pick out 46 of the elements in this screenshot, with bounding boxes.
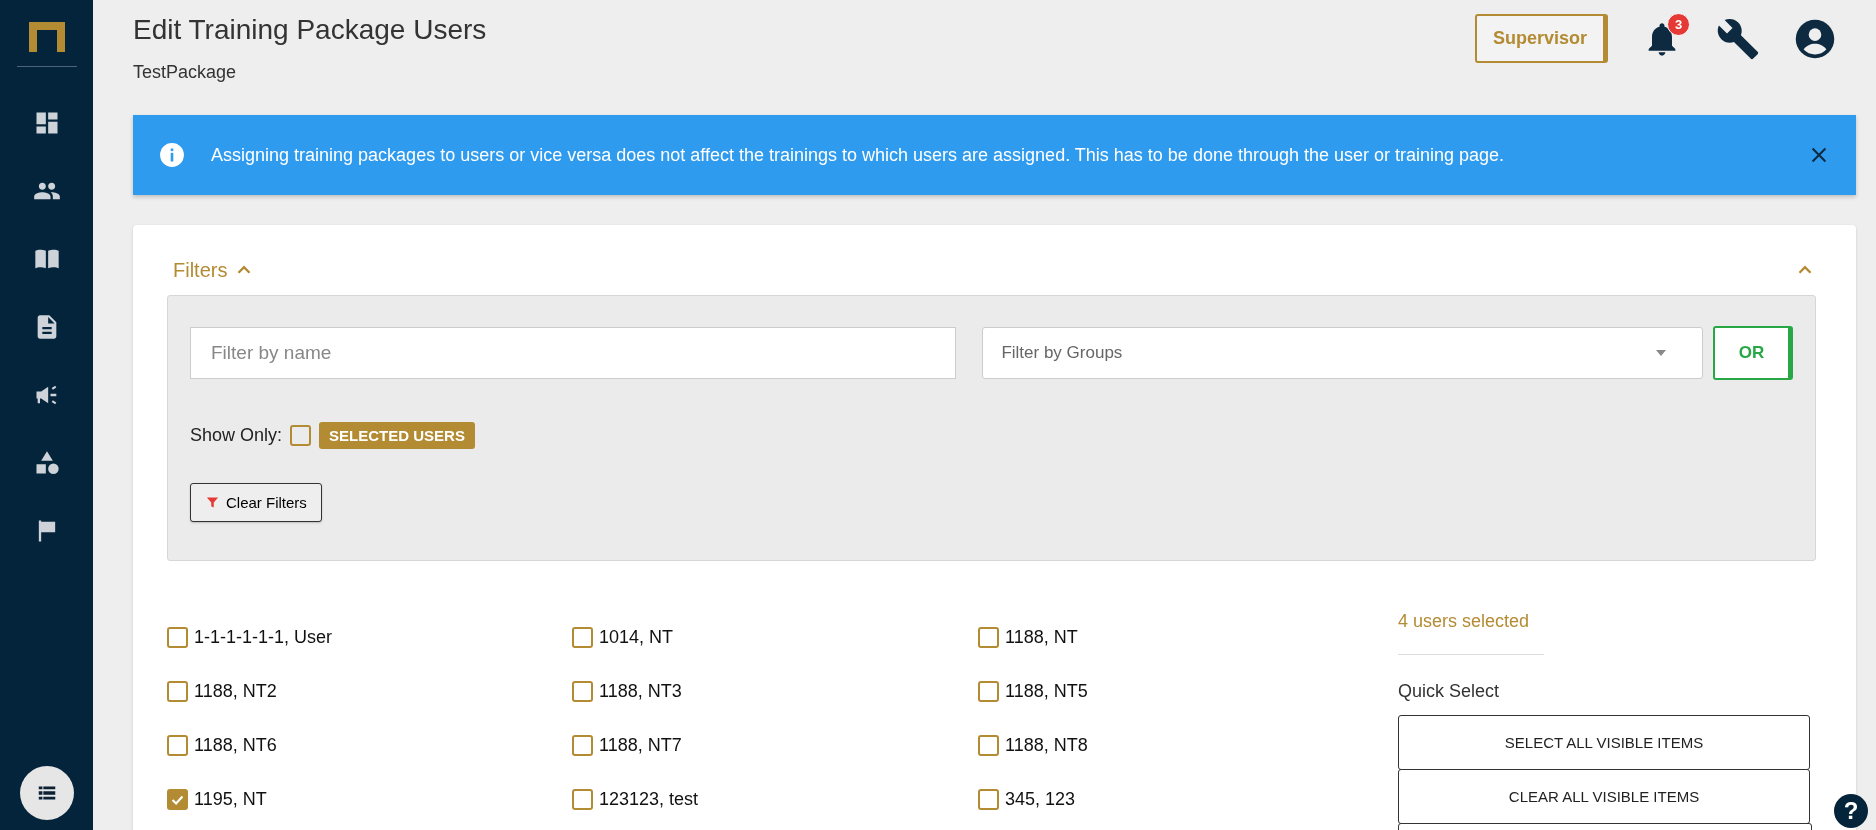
user-name: 1188, NT: [1005, 627, 1078, 648]
user-name: 345, 123: [1005, 789, 1076, 810]
account-icon[interactable]: [1794, 17, 1836, 60]
page-subtitle: TestPackage: [133, 62, 238, 83]
user-name: 1188, NT5: [1005, 681, 1088, 702]
quick-select-button[interactable]: SELECT ALL VISIBLE ITEMS: [1398, 715, 1810, 770]
checkbox[interactable]: [167, 627, 188, 648]
selection-count: 4 users selected: [1398, 611, 1531, 632]
logo-icon: [28, 22, 65, 52]
help-button[interactable]: ?: [1834, 794, 1868, 828]
checkbox[interactable]: [167, 681, 188, 702]
user-name: 1-1-1-1-1-1, User: [194, 627, 333, 648]
show-only-label: Show Only:: [190, 425, 283, 446]
info-icon: [159, 142, 185, 168]
page-title: Edit Training Package Users: [133, 14, 487, 46]
checkbox[interactable]: [290, 425, 312, 446]
selected-users-tag: SELECTED USERS: [319, 422, 475, 449]
user-name: 1195, NT: [194, 789, 267, 810]
notification-badge: 3: [1667, 12, 1690, 36]
checkbox[interactable]: [572, 735, 593, 756]
user-name: 123123, test: [599, 789, 699, 810]
funnel-icon: [205, 495, 220, 510]
name-filter-field[interactable]: Filter by name: [190, 327, 957, 379]
checkbox[interactable]: [978, 735, 999, 756]
user-name: 1188, NT7: [599, 735, 682, 756]
info-message: Assigning training packages to users or vice versa does not affect the trainings to which users are assigned. This has to be done through the user or training page.: [211, 144, 1506, 166]
clear-filters-button[interactable]: Clear Filters: [190, 483, 322, 522]
quick-select-button[interactable]: CLEAR ALL VISIBLE ITEMS: [1398, 769, 1810, 824]
list-menu-button[interactable]: [19, 766, 74, 820]
user-name: 1014, NT: [599, 627, 674, 648]
checkbox[interactable]: [572, 627, 593, 648]
user-name: 1188, NT6: [194, 735, 277, 756]
checkbox[interactable]: [978, 627, 999, 648]
checkbox[interactable]: [167, 789, 188, 810]
user-name: 1188, NT8: [1005, 735, 1088, 756]
dropdown-caret-icon: [1656, 350, 1666, 356]
checkbox[interactable]: [978, 789, 999, 810]
user-name: 1188, NT2: [194, 681, 277, 702]
checkbox[interactable]: [572, 681, 593, 702]
checkbox[interactable]: [167, 735, 188, 756]
quick-select-label: Quick Select: [1398, 681, 1501, 702]
checkbox[interactable]: [978, 681, 999, 702]
checkbox[interactable]: [572, 789, 593, 810]
groups-dropdown[interactable]: Filter by Groups: [982, 327, 1703, 379]
wrench-icon[interactable]: [1716, 16, 1760, 61]
user-name: 1188, NT3: [599, 681, 682, 702]
